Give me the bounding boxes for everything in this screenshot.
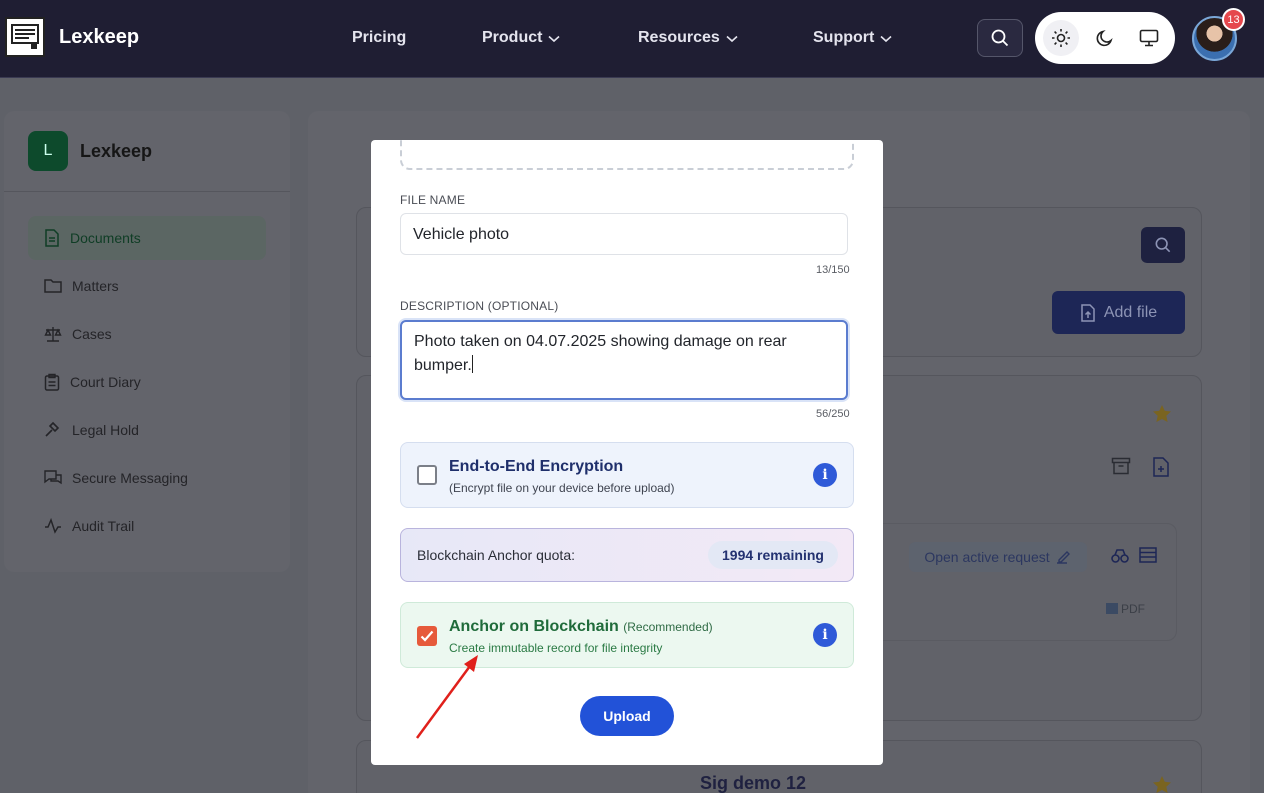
scale-icon xyxy=(44,327,62,342)
sidebar-item-documents[interactable]: Documents xyxy=(28,216,266,260)
image-file-icon xyxy=(1106,603,1118,614)
file-name-input[interactable]: Vehicle photo xyxy=(400,213,848,255)
description-textarea[interactable]: Photo taken on 04.07.2025 showing damage… xyxy=(400,320,848,400)
encryption-title: End-to-End Encryption xyxy=(449,458,624,475)
list-icon[interactable] xyxy=(1139,547,1157,563)
nav-support[interactable]: Support xyxy=(813,29,892,47)
moon-icon xyxy=(1096,30,1113,47)
notification-badge[interactable]: 13 xyxy=(1222,8,1245,31)
anchor-title: Anchor on Blockchain (Recommended) xyxy=(449,618,713,635)
encryption-checkbox[interactable] xyxy=(417,465,437,485)
sidebar-item-legal-hold[interactable]: Legal Hold xyxy=(28,408,266,452)
gavel-icon xyxy=(45,421,60,437)
add-file-button[interactable]: Add file xyxy=(1052,291,1185,334)
chevron-down-icon xyxy=(726,35,738,42)
search-icon xyxy=(1155,237,1171,253)
nav-resources[interactable]: Resources xyxy=(638,29,738,47)
sidebar-item-secure-messaging[interactable]: Secure Messaging xyxy=(28,456,266,500)
file-name-label: FILE NAME xyxy=(400,193,466,207)
dark-theme-button[interactable] xyxy=(1087,20,1123,56)
open-active-request-button[interactable]: Open active request xyxy=(909,542,1087,572)
light-theme-button[interactable] xyxy=(1043,20,1079,56)
chat-icon xyxy=(44,470,62,485)
divider xyxy=(4,191,290,192)
system-theme-button[interactable] xyxy=(1131,20,1167,56)
app-logo[interactable] xyxy=(5,17,45,57)
star-icon[interactable] xyxy=(1152,404,1172,424)
background-search-button[interactable] xyxy=(1141,227,1185,263)
nav-pricing[interactable]: Pricing xyxy=(352,29,406,47)
sidebar-item-matters[interactable]: Matters xyxy=(28,264,266,308)
quota-remaining-badge: 1994 remaining xyxy=(708,541,838,569)
archive-icon[interactable] xyxy=(1111,457,1131,475)
workspace-logo: L xyxy=(28,131,68,171)
encryption-option[interactable]: End-to-End Encryption (Encrypt file on y… xyxy=(400,442,854,508)
file-upload-icon xyxy=(1081,303,1095,322)
search-button[interactable] xyxy=(977,19,1023,57)
binoculars-icon[interactable] xyxy=(1111,548,1129,564)
sidebar: L Lexkeep Documents Matters Cases Court … xyxy=(4,111,290,572)
folder-icon xyxy=(44,279,62,293)
search-icon xyxy=(991,29,1009,47)
nav-product[interactable]: Product xyxy=(482,29,560,47)
monitor-icon xyxy=(1139,29,1159,47)
info-icon[interactable]: i xyxy=(813,623,837,647)
top-navbar: Lexkeep Pricing Product Resources Suppor… xyxy=(0,0,1264,78)
activity-icon xyxy=(45,518,61,534)
recommended-tag: (Recommended) xyxy=(623,620,713,634)
sun-icon xyxy=(1052,29,1070,47)
info-icon[interactable]: i xyxy=(813,463,837,487)
file-dropzone[interactable] xyxy=(400,140,854,170)
checkmark-icon xyxy=(420,630,434,642)
document-icon xyxy=(45,229,59,247)
description-counter: 56/250 xyxy=(816,408,850,420)
clipboard-icon xyxy=(44,373,60,391)
sidebar-item-cases[interactable]: Cases xyxy=(28,312,266,356)
workspace-name: Lexkeep xyxy=(80,141,153,161)
description-label: DESCRIPTION (OPTIONAL) xyxy=(400,299,559,313)
annotation-arrow xyxy=(415,655,478,739)
brand-name[interactable]: Lexkeep xyxy=(59,26,139,49)
blockchain-quota-box: Blockchain Anchor quota: 1994 remaining xyxy=(400,528,854,582)
star-icon[interactable] xyxy=(1152,775,1172,793)
sidebar-item-audit-trail[interactable]: Audit Trail xyxy=(28,504,266,548)
upload-button[interactable]: Upload xyxy=(580,696,674,736)
chevron-down-icon xyxy=(880,35,892,42)
encryption-subtitle: (Encrypt file on your device before uplo… xyxy=(449,481,675,495)
text-cursor xyxy=(471,355,473,373)
sign-icon xyxy=(1056,551,1070,564)
anchor-checkbox[interactable] xyxy=(417,626,437,646)
sidebar-item-court-diary[interactable]: Court Diary xyxy=(28,360,266,404)
add-document-icon[interactable] xyxy=(1152,457,1170,477)
document-title: Sig demo 12 xyxy=(700,773,807,793)
chevron-down-icon xyxy=(548,35,560,42)
quota-label: Blockchain Anchor quota: xyxy=(417,547,575,563)
file-type-label: PDF xyxy=(1106,602,1145,616)
theme-switcher xyxy=(1035,12,1175,64)
file-name-counter: 13/150 xyxy=(816,264,850,276)
